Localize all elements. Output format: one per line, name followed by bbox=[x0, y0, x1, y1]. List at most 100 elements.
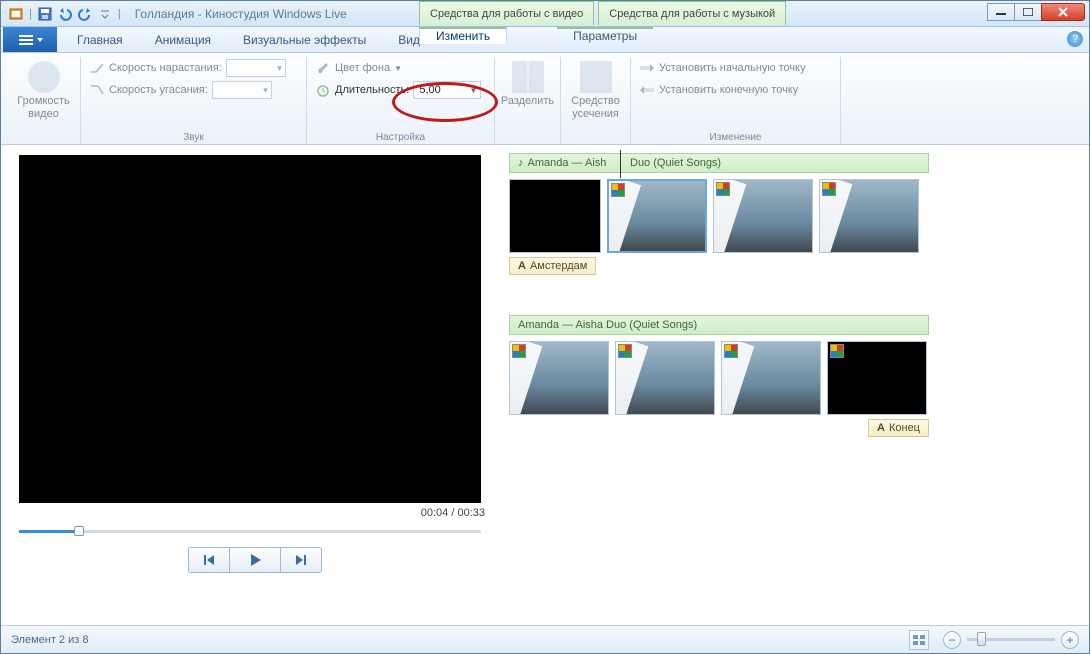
music-note-icon: ♪ bbox=[518, 157, 524, 169]
fall-speed-combo[interactable]: ▾ bbox=[212, 81, 272, 99]
storyboard-pane[interactable]: ♪ Amanda — Aish Duo (Quiet Songs) AАмсте… bbox=[501, 145, 1089, 625]
minimize-button[interactable] bbox=[987, 3, 1015, 21]
app-icon[interactable] bbox=[7, 5, 25, 23]
track-row-2: Amanda — Aisha Duo (Quiet Songs) AКонец bbox=[509, 315, 1079, 415]
seek-thumb[interactable] bbox=[74, 526, 84, 536]
fall-icon bbox=[89, 82, 105, 98]
time-label: 00:04 / 00:33 bbox=[19, 503, 491, 519]
context-tab-video[interactable]: Средства для работы с видео bbox=[419, 1, 594, 25]
qat-dropdown-icon[interactable] bbox=[96, 5, 114, 23]
video-preview[interactable] bbox=[19, 155, 481, 503]
playback-controls bbox=[19, 547, 491, 573]
duration-label: Длительность: bbox=[335, 84, 409, 96]
crop-label: Средство усечения bbox=[569, 95, 622, 121]
rise-speed-row: Скорость нарастания: ▾ bbox=[89, 57, 298, 79]
zoom-slider[interactable] bbox=[967, 638, 1055, 641]
split-button[interactable]: Разделить bbox=[495, 57, 561, 144]
preview-pane: 00:04 / 00:33 bbox=[1, 145, 501, 625]
prev-frame-button[interactable] bbox=[188, 547, 230, 573]
rise-speed-combo[interactable]: ▾ bbox=[226, 59, 286, 77]
rise-speed-label: Скорость нарастания: bbox=[109, 62, 222, 74]
tab-animation[interactable]: Анимация bbox=[139, 27, 227, 52]
title-chip-2[interactable]: AКонец bbox=[868, 419, 929, 437]
transition-badge-icon bbox=[716, 182, 730, 196]
clip-2[interactable] bbox=[607, 179, 707, 253]
clip-row-1 bbox=[509, 179, 1079, 253]
quick-access-toolbar: | | bbox=[1, 5, 129, 23]
zoom-out-button[interactable]: − bbox=[943, 631, 961, 649]
clock-icon bbox=[315, 82, 331, 98]
clip-row-2 bbox=[509, 341, 1079, 415]
transition-badge-icon bbox=[724, 344, 738, 358]
paint-icon bbox=[315, 60, 331, 76]
zoom-in-button[interactable]: + bbox=[1061, 631, 1079, 649]
video-volume-label: Громкость видео bbox=[17, 95, 69, 121]
clip-8-black[interactable] bbox=[827, 341, 927, 415]
redo-icon[interactable] bbox=[76, 5, 94, 23]
audio-1-part2: Duo (Quiet Songs) bbox=[630, 157, 721, 169]
end-point-icon bbox=[639, 82, 655, 98]
window-title: Голландия - Киностудия Windows Live bbox=[135, 7, 347, 21]
settings-group-label: Настройка bbox=[307, 132, 494, 143]
title-chip-1[interactable]: AАмстердам bbox=[509, 257, 596, 275]
group-sound: Скорость нарастания: ▾ Скорость угасания… bbox=[81, 57, 307, 144]
undo-icon[interactable] bbox=[56, 5, 74, 23]
file-menu-button[interactable] bbox=[3, 27, 57, 52]
fall-speed-label: Скорость угасания: bbox=[109, 84, 208, 96]
split-icon bbox=[512, 61, 544, 93]
context-tabs: Средства для работы с видео Средства для… bbox=[419, 1, 786, 25]
tab-effects[interactable]: Визуальные эффекты bbox=[227, 27, 382, 52]
duration-combo[interactable]: 5,00▼ bbox=[413, 81, 481, 99]
crop-button[interactable]: Средство усечения bbox=[561, 57, 631, 144]
zoom-thumb[interactable] bbox=[977, 632, 986, 646]
speaker-icon[interactable] bbox=[28, 61, 60, 93]
audio-2-label: Amanda — Aisha Duo (Quiet Songs) bbox=[518, 319, 697, 331]
seek-track bbox=[19, 530, 481, 533]
tab-edit[interactable]: Изменить bbox=[419, 27, 507, 44]
context-tab-music[interactable]: Средства для работы с музыкой bbox=[598, 1, 786, 25]
clip-1-black[interactable] bbox=[509, 179, 601, 253]
set-start-row[interactable]: Установить начальную точку bbox=[639, 57, 832, 79]
group-volume: Громкость видео bbox=[7, 57, 81, 144]
statusbar: Элемент 2 из 8 − + bbox=[1, 625, 1089, 653]
titlebar: | | Голландия - Киностудия Windows Live … bbox=[1, 1, 1089, 27]
bg-color-row[interactable]: Цвет фона ▼ bbox=[315, 57, 486, 79]
maximize-button[interactable] bbox=[1014, 3, 1042, 21]
next-frame-button[interactable] bbox=[280, 547, 322, 573]
transition-badge-icon bbox=[512, 344, 526, 358]
window-controls bbox=[988, 3, 1085, 21]
fall-speed-row: Скорость угасания: ▾ bbox=[89, 79, 298, 101]
group-settings: Цвет фона ▼ Длительность: 5,00▼ Настройк… bbox=[307, 57, 495, 144]
bg-color-label: Цвет фона bbox=[335, 62, 390, 74]
play-button[interactable] bbox=[229, 547, 281, 573]
ribbon: Громкость видео Скорость нарастания: ▾ С… bbox=[1, 53, 1089, 145]
audio-1-part1: Amanda — Aish bbox=[528, 157, 607, 169]
transition-badge-icon bbox=[822, 182, 836, 196]
clip-5[interactable] bbox=[509, 341, 609, 415]
duration-row: Длительность: 5,00▼ bbox=[315, 79, 486, 101]
tab-options[interactable]: Параметры bbox=[557, 27, 653, 43]
crop-icon bbox=[580, 61, 612, 93]
duration-value: 5,00 bbox=[419, 84, 440, 96]
split-label: Разделить bbox=[501, 95, 554, 108]
rise-icon bbox=[89, 60, 105, 76]
audio-track-1[interactable]: ♪ Amanda — Aish Duo (Quiet Songs) bbox=[509, 153, 929, 173]
clip-6[interactable] bbox=[615, 341, 715, 415]
audio-track-2[interactable]: Amanda — Aisha Duo (Quiet Songs) bbox=[509, 315, 929, 335]
set-end-row[interactable]: Установить конечную точку bbox=[639, 79, 832, 101]
seek-fill bbox=[19, 530, 79, 533]
clip-4[interactable] bbox=[819, 179, 919, 253]
title-chip-1-label: Амстердам bbox=[530, 260, 587, 272]
close-button[interactable] bbox=[1041, 3, 1085, 21]
tab-main[interactable]: Главная bbox=[61, 27, 139, 52]
clip-3[interactable] bbox=[713, 179, 813, 253]
app-window: | | Голландия - Киностудия Windows Live … bbox=[0, 0, 1090, 654]
group-edit: Установить начальную точку Установить ко… bbox=[631, 57, 841, 144]
help-button[interactable]: ? bbox=[1067, 31, 1083, 47]
thumbnails-view-button[interactable] bbox=[909, 630, 929, 650]
seek-bar[interactable] bbox=[19, 523, 481, 539]
ribbon-tabs: Главная Анимация Визуальные эффекты Вид … bbox=[1, 27, 1089, 53]
transition-badge-icon bbox=[830, 344, 844, 358]
clip-7[interactable] bbox=[721, 341, 821, 415]
save-icon[interactable] bbox=[36, 5, 54, 23]
